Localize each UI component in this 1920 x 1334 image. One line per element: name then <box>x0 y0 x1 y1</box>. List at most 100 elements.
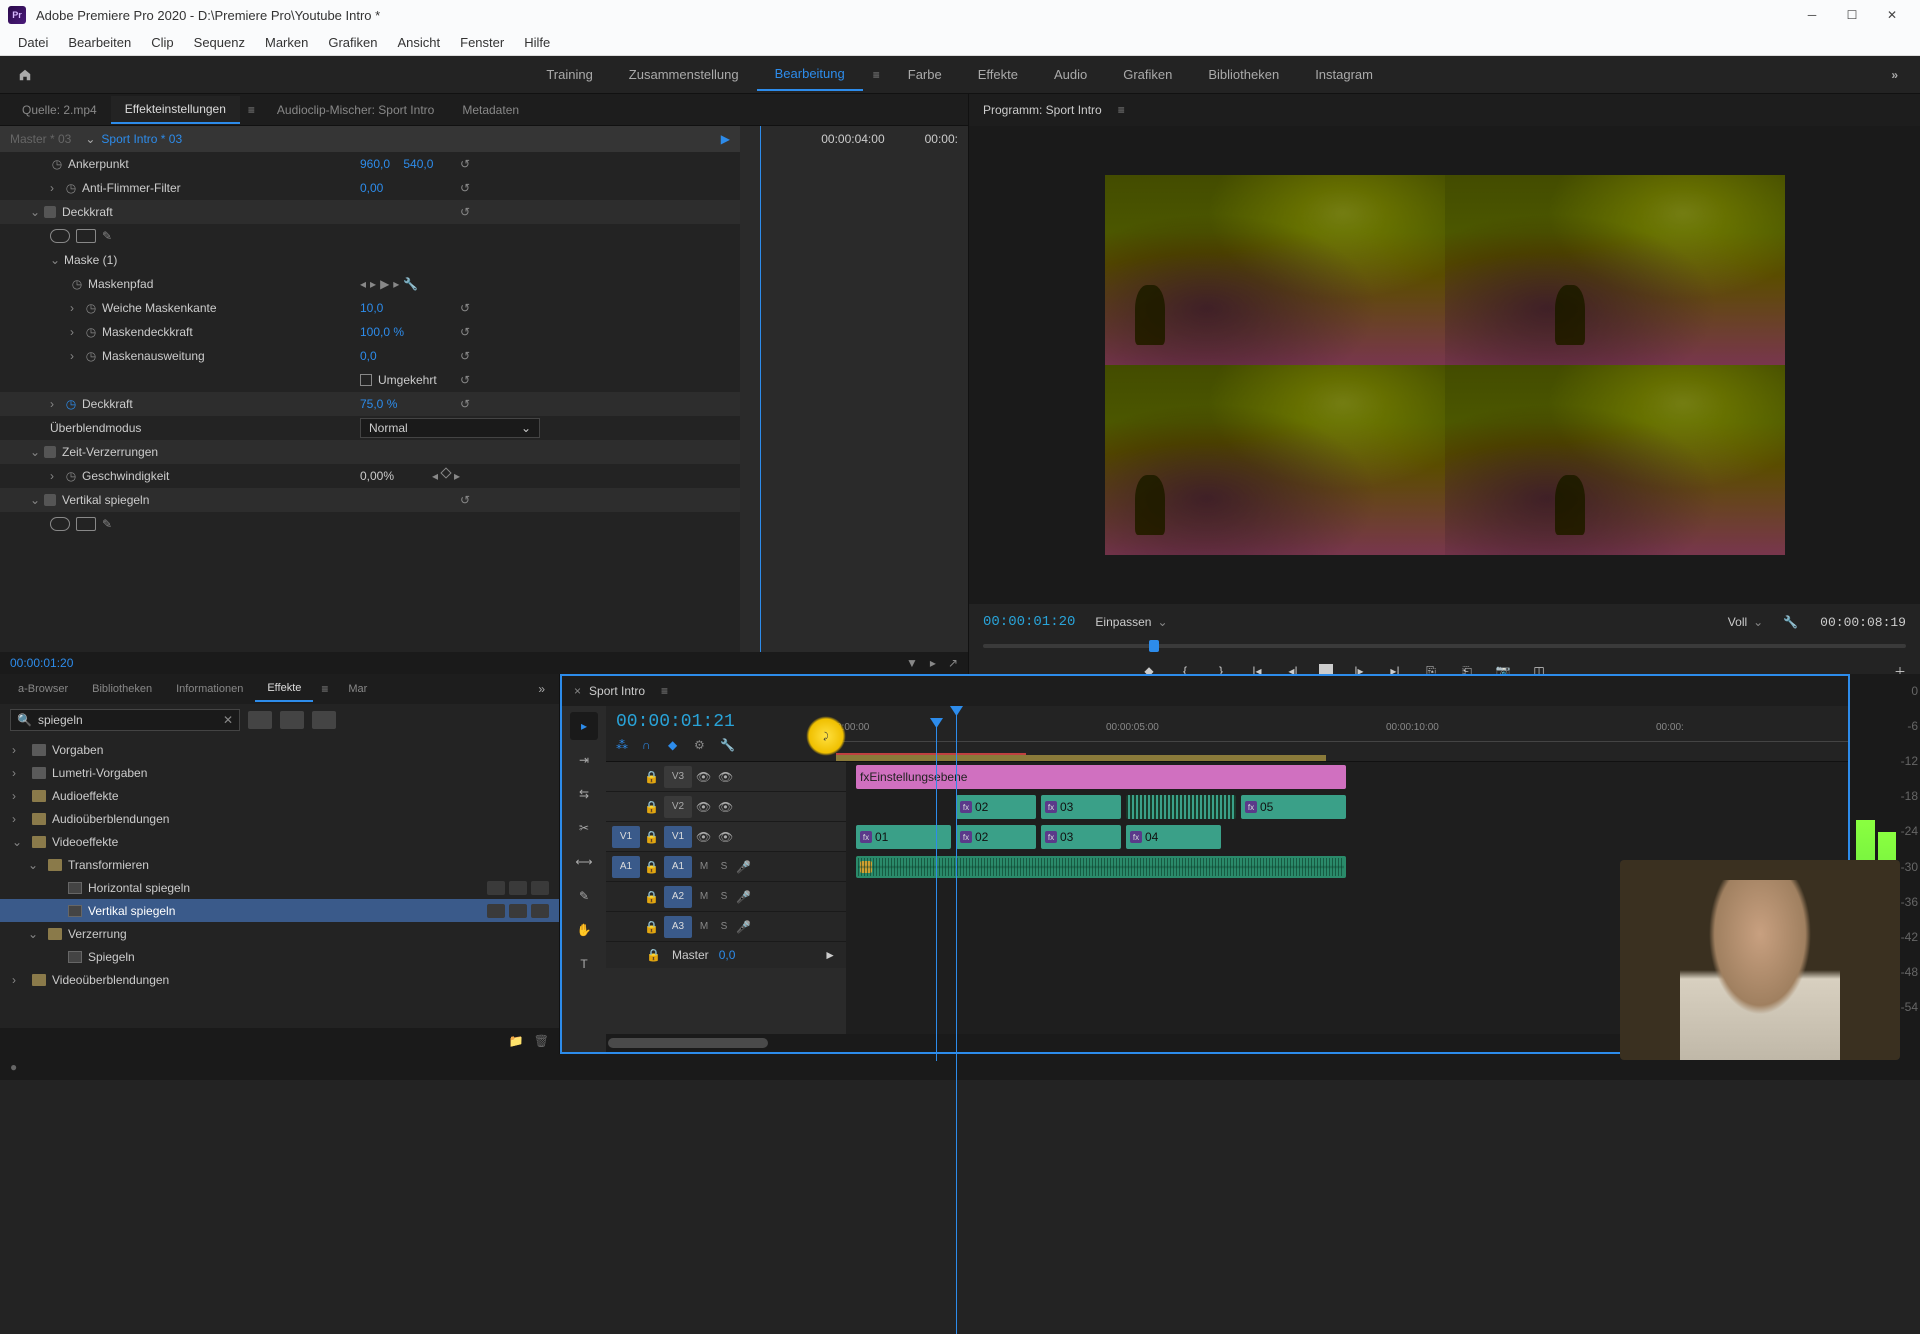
panel-menu-icon[interactable]: ≡ <box>313 682 336 696</box>
workspace-training[interactable]: Training <box>528 59 610 90</box>
wrench-icon[interactable]: 🔧 <box>720 738 736 752</box>
reset-icon[interactable]: ↺ <box>460 373 480 387</box>
clear-search-icon[interactable]: ✕ <box>223 713 233 727</box>
prev-keyframe-icon[interactable]: ◂ <box>360 277 366 291</box>
mute-button[interactable]: M <box>696 919 712 935</box>
scrubber-handle[interactable] <box>1149 640 1159 652</box>
menu-datei[interactable]: Datei <box>8 31 58 54</box>
keyframe-stopwatch-icon[interactable]: ◷ <box>70 277 84 291</box>
reset-icon[interactable]: ↺ <box>460 157 480 171</box>
collapse-icon[interactable]: ⌄ <box>28 927 42 941</box>
menu-fenster[interactable]: Fenster <box>450 31 514 54</box>
effects-tree-item[interactable]: ›Videoüberblendungen <box>0 968 559 991</box>
collapse-icon[interactable]: ⌄ <box>30 205 44 219</box>
workspace-grafiken[interactable]: Grafiken <box>1105 59 1190 90</box>
clip-v2-03[interactable]: fx03 <box>1041 795 1121 819</box>
tab-audioclip-mischer[interactable]: Audioclip-Mischer: Sport Intro <box>263 97 448 123</box>
settings-icon[interactable]: ⚙ <box>694 738 710 752</box>
keyframe-stopwatch-icon[interactable]: ◷ <box>84 349 98 363</box>
reset-icon[interactable]: ↺ <box>460 325 480 339</box>
tab-mar[interactable]: Mar <box>336 677 379 701</box>
chevron-down-icon[interactable]: ⌄ <box>79 132 101 146</box>
fit-dropdown[interactable]: Einpassen⌄ <box>1095 615 1167 629</box>
tab-effekte[interactable]: Effekte <box>255 676 313 702</box>
lock-icon[interactable]: 🔒 <box>644 800 660 814</box>
menu-bearbeiten[interactable]: Bearbeiten <box>58 31 141 54</box>
ellipse-mask-icon[interactable] <box>50 517 70 531</box>
effects-tree-item[interactable]: ⌄Transformieren <box>0 853 559 876</box>
reset-icon[interactable]: ↺ <box>460 205 480 219</box>
clip-v2-nested[interactable] <box>1126 795 1236 819</box>
keyframe-stopwatch-icon[interactable]: ◷ <box>84 325 98 339</box>
delete-icon[interactable]: 🗑 <box>534 1034 549 1048</box>
expand-icon[interactable]: › <box>70 301 84 315</box>
solo-button[interactable]: S <box>716 859 732 875</box>
source-patch-a1[interactable]: A1 <box>612 856 640 878</box>
effects-tree-item[interactable]: Horizontal spiegeln <box>0 876 559 899</box>
effects-tree-item[interactable]: ›Audioüberblendungen <box>0 807 559 830</box>
expand-icon[interactable]: › <box>12 789 26 803</box>
expand-master-icon[interactable]: ► <box>824 948 836 962</box>
expand-icon[interactable]: › <box>50 397 64 411</box>
effects-tree-item[interactable]: ⌄Verzerrung <box>0 922 559 945</box>
clip-v1-04[interactable]: fx04 <box>1126 825 1221 849</box>
mute-button[interactable]: M <box>696 859 712 875</box>
panel-menu-icon[interactable]: ≡ <box>240 103 263 117</box>
master-value[interactable]: 0,0 <box>719 948 736 962</box>
effects-tree-item[interactable]: ›Audioeffekte <box>0 784 559 807</box>
lock-icon[interactable]: 🔒 <box>644 830 660 844</box>
next-keyframe-icon[interactable]: ▸ <box>454 469 460 483</box>
timeline-timecode[interactable]: 00:00:01:21 <box>616 712 816 732</box>
workspace-overflow-icon[interactable]: » <box>1879 68 1910 82</box>
solo-button[interactable]: S <box>716 919 732 935</box>
antiflimmer-value[interactable]: 0,00 <box>360 181 383 195</box>
expand-icon[interactable]: › <box>70 325 84 339</box>
lock-icon[interactable]: 🔒 <box>644 920 660 934</box>
export-icon[interactable]: ↗ <box>948 656 958 670</box>
snap-icon[interactable]: ⁂ <box>616 738 632 752</box>
ec-current-timecode[interactable]: 00:00:01:20 <box>10 656 73 670</box>
marker-icon[interactable]: ◆ <box>668 738 684 752</box>
lock-icon[interactable]: 🔒 <box>644 860 660 874</box>
fx-badge-icon[interactable] <box>44 446 56 458</box>
reset-icon[interactable]: ↺ <box>460 397 480 411</box>
expand-icon[interactable]: › <box>50 469 64 483</box>
voice-over-icon[interactable]: 🎤 <box>736 890 752 904</box>
clip-a1-audio[interactable] <box>856 856 1346 878</box>
maskendeckkraft-value[interactable]: 100,0 % <box>360 325 404 339</box>
yuv-badge-icon[interactable] <box>312 711 336 729</box>
quality-dropdown[interactable]: Voll⌄ <box>1728 615 1763 629</box>
32bit-badge-icon[interactable] <box>280 711 304 729</box>
track-output-icon[interactable]: 👁 <box>696 830 714 844</box>
reset-icon[interactable]: ↺ <box>460 349 480 363</box>
clip-v2-02[interactable]: fx02 <box>956 795 1036 819</box>
add-keyframe-icon[interactable] <box>440 467 451 478</box>
fx-badge-icon[interactable] <box>44 494 56 506</box>
effects-tree-item[interactable]: Vertikal spiegeln <box>0 899 559 922</box>
tab-quelle[interactable]: Quelle: 2.mp4 <box>8 97 111 123</box>
type-tool-icon[interactable]: T <box>570 950 598 978</box>
clip-v1-03[interactable]: fx03 <box>1041 825 1121 849</box>
collapse-icon[interactable]: ⌄ <box>28 858 42 872</box>
close-button[interactable]: ✕ <box>1872 0 1912 30</box>
ec-playhead[interactable] <box>760 126 761 652</box>
geschwindigkeit-value[interactable]: 0,00% <box>360 469 394 483</box>
menu-marken[interactable]: Marken <box>255 31 318 54</box>
expand-icon[interactable]: › <box>12 812 26 826</box>
workspace-bibliotheken[interactable]: Bibliotheken <box>1190 59 1297 90</box>
voice-over-icon[interactable]: 🎤 <box>736 920 752 934</box>
track-target-v3[interactable]: V3 <box>664 766 692 788</box>
tab-bibliotheken[interactable]: Bibliotheken <box>80 677 164 701</box>
clip-name-label[interactable]: Sport Intro * 03 <box>101 132 182 146</box>
reset-icon[interactable]: ↺ <box>460 301 480 315</box>
track-output-icon[interactable]: 👁 <box>696 770 714 784</box>
sequence-name[interactable]: Sport Intro <box>589 684 645 698</box>
workspace-instagram[interactable]: Instagram <box>1297 59 1391 90</box>
track-target-a2[interactable]: A2 <box>664 886 692 908</box>
expand-icon[interactable]: › <box>12 766 26 780</box>
track-target-a3[interactable]: A3 <box>664 916 692 938</box>
effects-tree-item[interactable]: Spiegeln <box>0 945 559 968</box>
clip-adjustment[interactable]: fx Einstellungsebene <box>856 765 1346 789</box>
accelerated-badge-icon[interactable] <box>248 711 272 729</box>
tab-informationen[interactable]: Informationen <box>164 677 255 701</box>
